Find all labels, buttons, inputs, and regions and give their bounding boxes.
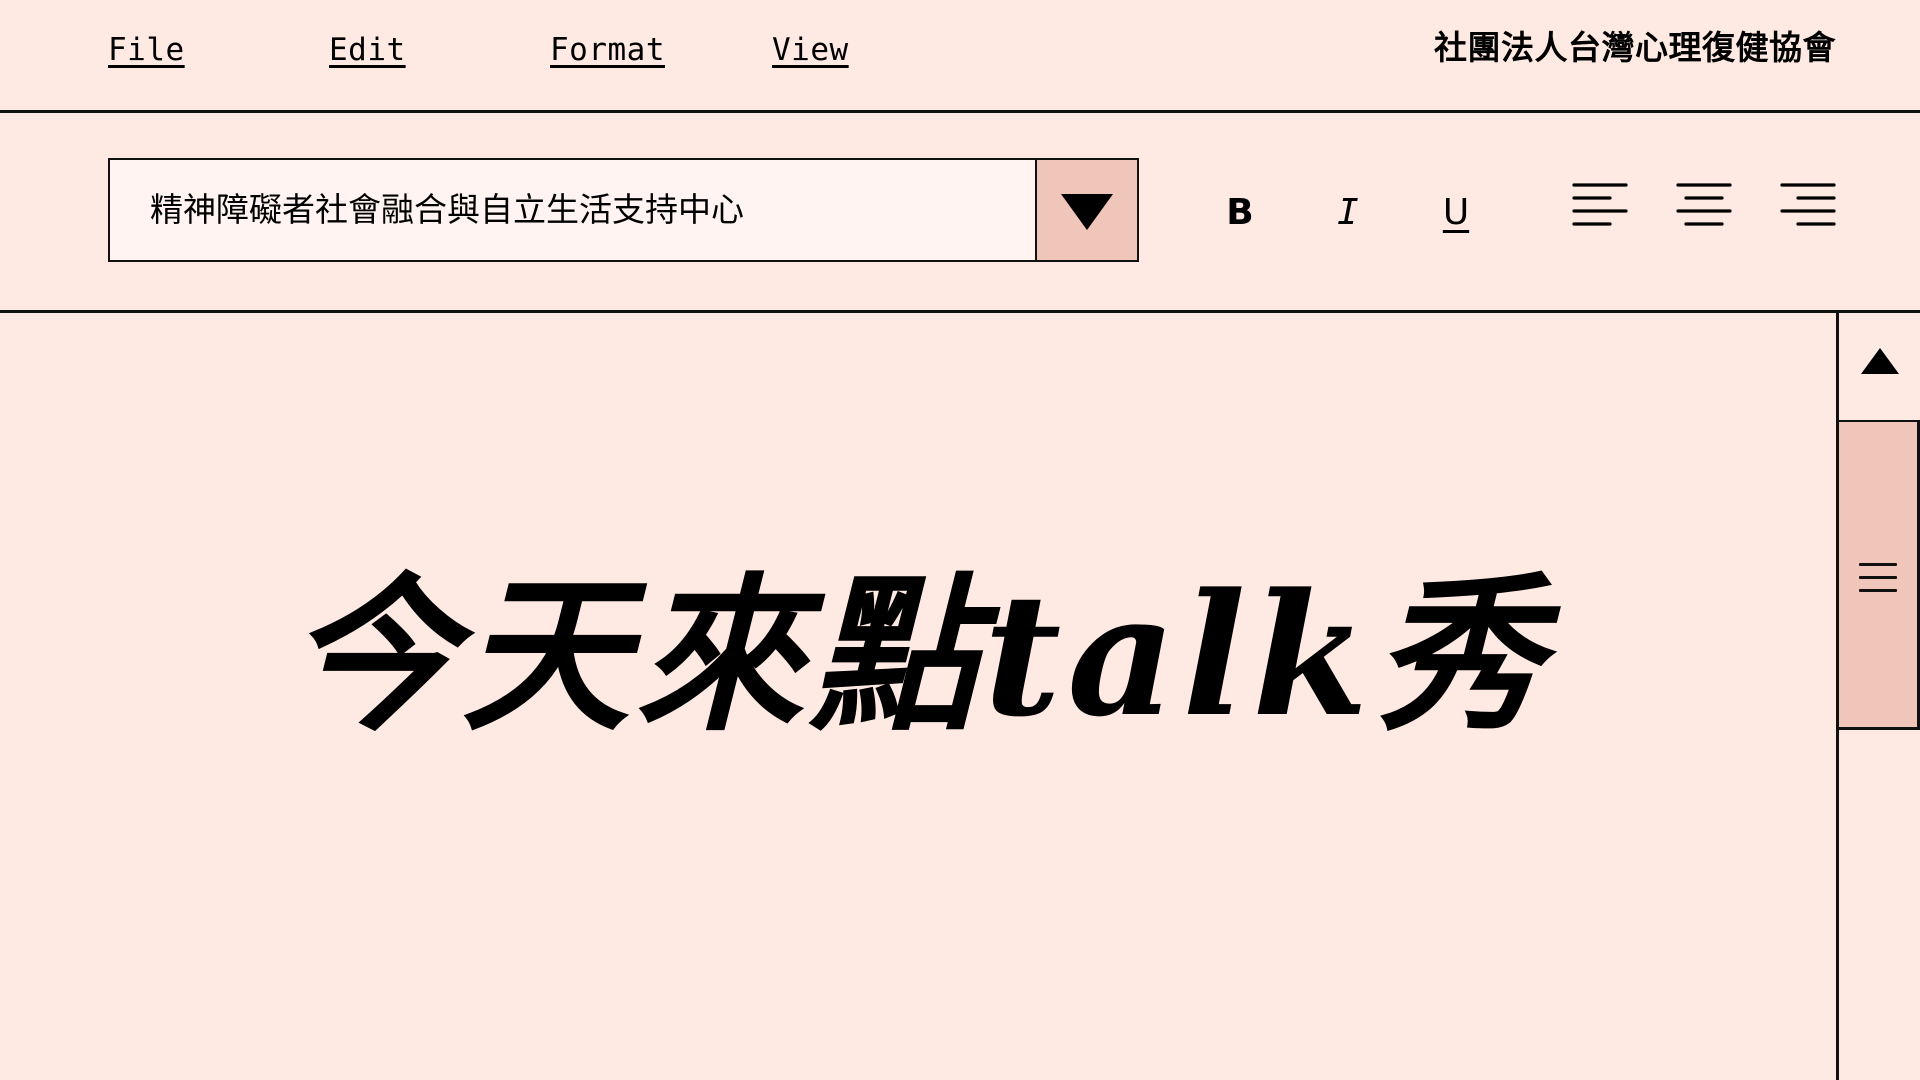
bold-button[interactable]: B	[1210, 183, 1270, 243]
align-right-icon	[1780, 183, 1836, 226]
menu-view[interactable]: View	[772, 30, 849, 70]
document-area[interactable]: 今天來點talk秀	[0, 313, 1836, 1080]
vertical-scrollbar[interactable]	[1836, 311, 1920, 1080]
organization-title: 社團法人台灣心理復健協會	[1434, 28, 1836, 67]
arrow-up-icon	[1861, 348, 1899, 374]
menu-file[interactable]: File	[108, 30, 185, 70]
italic-button[interactable]: I	[1318, 183, 1378, 243]
scroll-up-button[interactable]	[1839, 311, 1920, 420]
toolbar: 精神障礙者社會融合與自立生活支持中心 B I U	[0, 113, 1920, 310]
scroll-thumb[interactable]	[1839, 420, 1920, 730]
menu-format[interactable]: Format	[550, 30, 665, 70]
menu-edit[interactable]: Edit	[329, 30, 406, 70]
dropdown-selected-value: 精神障礙者社會融合與自立生活支持中心	[150, 190, 744, 229]
document-headline: 今天來點talk秀	[287, 556, 1549, 754]
align-right-button[interactable]	[1780, 181, 1838, 231]
dropdown-toggle-button[interactable]	[1034, 157, 1139, 262]
menu-bar: File Edit Format View 社團法人台灣心理復健協會	[0, 0, 1920, 110]
align-left-icon	[1572, 183, 1628, 226]
underline-button[interactable]: U	[1426, 183, 1486, 243]
align-center-icon	[1676, 183, 1732, 226]
style-dropdown[interactable]: 精神障礙者社會融合與自立生活支持中心	[108, 157, 1139, 262]
align-left-button[interactable]	[1572, 181, 1630, 231]
chevron-down-icon	[1060, 193, 1113, 230]
align-center-button[interactable]	[1676, 181, 1734, 231]
